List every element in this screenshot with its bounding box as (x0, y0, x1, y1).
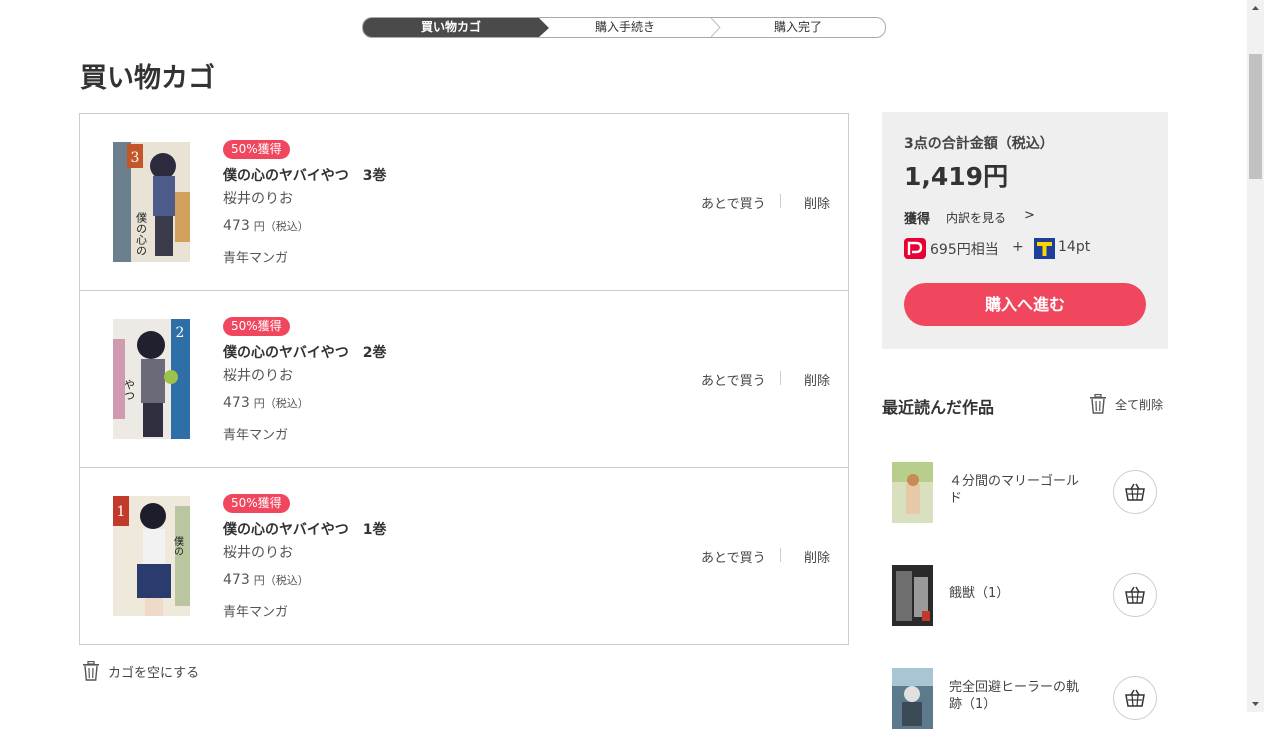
recent-item-title[interactable]: 餓獣（1） (949, 585, 1089, 602)
recent-book-cover[interactable] (892, 462, 933, 523)
checkout-stepper: 買い物カゴ 購入手続き 購入完了 (362, 17, 886, 38)
price-value: 473 (223, 395, 250, 411)
book-cover[interactable]: 2 やつ (113, 319, 190, 439)
divider (780, 371, 781, 385)
step-checkout: 購入手続き (539, 18, 711, 37)
scroll-up-arrow-icon[interactable] (1247, 0, 1264, 17)
paypay-points: 695円相当 (930, 239, 999, 259)
delete-link[interactable]: 削除 (804, 193, 830, 212)
price-unit: 円（税込） (254, 397, 309, 410)
cart-item: 1 僕の 50%獲得 僕の心のヤバイやつ 1巻 桜井のりお 473 円（税込） 青… (80, 467, 848, 644)
points-badge: 50%獲得 (223, 140, 290, 159)
scroll-down-arrow-icon[interactable] (1247, 695, 1264, 712)
buy-later-link[interactable]: あとで買う (701, 370, 766, 389)
svg-text:1: 1 (117, 504, 126, 520)
earn-label: 獲得 (904, 208, 930, 227)
item-author[interactable]: 桜井のりお (223, 365, 293, 385)
points-badge: 50%獲得 (223, 317, 290, 336)
recent-book-cover[interactable] (892, 668, 933, 729)
svg-text:僕の: 僕の (172, 535, 184, 556)
total-value: 1,419円 (904, 157, 1008, 193)
item-genre: 青年マンガ (223, 601, 288, 620)
total-label: 3点の合計金額（税込） (904, 133, 1054, 153)
trash-icon (1089, 394, 1107, 414)
item-title[interactable]: 僕の心のヤバイやつ 2巻 (223, 342, 386, 362)
item-title[interactable]: 僕の心のヤバイやつ 1巻 (223, 519, 386, 539)
clear-all-label: 全て削除 (1115, 396, 1163, 413)
basket-icon (1125, 483, 1145, 501)
basket-icon (1125, 689, 1145, 707)
svg-text:僕の心の: 僕の心の (135, 212, 148, 256)
step-complete: 購入完了 (711, 18, 885, 37)
item-genre: 青年マンガ (223, 247, 288, 266)
recent-item-title[interactable]: 完全回避ヒーラーの軌跡（1） (949, 679, 1089, 713)
price-unit: 円（税込） (254, 574, 309, 587)
scroll-thumb[interactable] (1249, 54, 1262, 179)
svg-text:3: 3 (131, 150, 140, 166)
trash-icon (82, 661, 100, 681)
empty-cart-button[interactable]: カゴを空にする (82, 660, 199, 682)
item-price: 473 円（税込） (223, 395, 309, 411)
tpoint-icon (1034, 238, 1055, 259)
item-price: 473 円（税込） (223, 218, 309, 234)
price-value: 473 (223, 218, 250, 234)
add-to-cart-button[interactable] (1113, 573, 1157, 617)
buy-later-link[interactable]: あとで買う (701, 547, 766, 566)
chevron-right-icon[interactable]: > (1024, 208, 1035, 223)
delete-link[interactable]: 削除 (804, 370, 830, 389)
price-unit: 円（税込） (254, 220, 309, 233)
divider (780, 548, 781, 562)
recent-book-cover[interactable] (892, 565, 933, 626)
cart-item: 3 僕の心の 50%獲得 僕の心のヤバイやつ 3巻 桜井のりお 473 円（税込）… (80, 114, 848, 290)
item-title[interactable]: 僕の心のヤバイやつ 3巻 (223, 165, 386, 185)
recent-item: 完全回避ヒーラーの軌跡（1） (882, 668, 1168, 748)
basket-icon (1125, 586, 1145, 604)
tpoint-points: 14pt (1058, 239, 1090, 255)
paypay-icon (904, 238, 926, 259)
delete-link[interactable]: 削除 (804, 547, 830, 566)
recent-item: ４分間のマリーゴールド (882, 462, 1168, 542)
earn-detail-link[interactable]: 内訳を見る (946, 209, 1006, 226)
empty-cart-label: カゴを空にする (108, 662, 199, 681)
points-badge: 50%獲得 (223, 494, 290, 513)
add-to-cart-button[interactable] (1113, 676, 1157, 720)
recent-item-title[interactable]: ４分間のマリーゴールド (949, 473, 1089, 507)
cart-item: 2 やつ 50%獲得 僕の心のヤバイやつ 2巻 桜井のりお 473 円（税込） 青… (80, 290, 848, 467)
clear-all-button[interactable]: 全て削除 (1089, 394, 1163, 414)
book-cover[interactable]: 3 僕の心の (113, 142, 190, 262)
page-title: 買い物カゴ (80, 56, 215, 95)
book-cover[interactable]: 1 僕の (113, 496, 190, 616)
item-genre: 青年マンガ (223, 424, 288, 443)
add-to-cart-button[interactable] (1113, 470, 1157, 514)
proceed-to-purchase-button[interactable]: 購入へ進む (904, 283, 1146, 326)
plus-sign: + (1012, 239, 1024, 255)
divider (780, 194, 781, 208)
item-author[interactable]: 桜井のりお (223, 188, 293, 208)
recent-item: 餓獣（1） (882, 565, 1168, 645)
recent-section-title: 最近読んだ作品 (882, 394, 994, 418)
vertical-scrollbar[interactable] (1247, 0, 1264, 712)
price-value: 473 (223, 572, 250, 588)
order-summary: 3点の合計金額（税込） 1,419円 獲得 内訳を見る > 695円相当 + 1… (882, 112, 1168, 349)
svg-text:2: 2 (176, 325, 185, 341)
item-author[interactable]: 桜井のりお (223, 542, 293, 562)
buy-later-link[interactable]: あとで買う (701, 193, 766, 212)
cart-list: 3 僕の心の 50%獲得 僕の心のヤバイやつ 3巻 桜井のりお 473 円（税込）… (79, 113, 849, 645)
item-price: 473 円（税込） (223, 572, 309, 588)
step-cart: 買い物カゴ (363, 18, 539, 37)
svg-text:やつ: やつ (123, 379, 136, 401)
